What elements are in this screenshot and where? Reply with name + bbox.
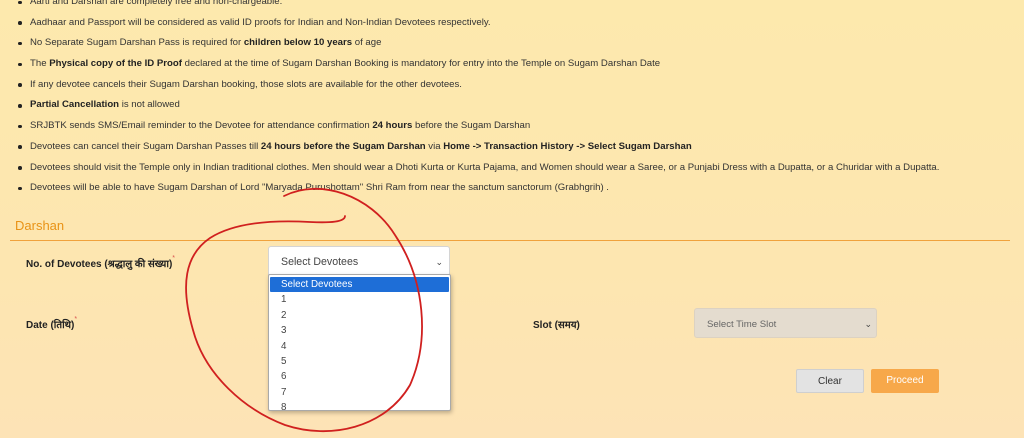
guideline-item: Aarti and Darshan are completely free an… xyxy=(18,0,1018,13)
guideline-emphasis: Physical copy of the ID Proof xyxy=(49,58,182,70)
section-divider xyxy=(10,240,1010,241)
section-title: Darshan xyxy=(15,218,65,233)
guideline-text: If any devotee cancels their Sugam Darsh… xyxy=(30,78,462,90)
guideline-item: Aadhaar and Passport will be considered … xyxy=(18,13,1018,34)
devotees-option-7[interactable]: 7 xyxy=(269,385,450,400)
devotees-option-placeholder[interactable]: Select Devotees xyxy=(270,277,449,293)
guideline-emphasis: Partial Cancellation xyxy=(30,99,120,111)
devotees-option-4[interactable]: 4 xyxy=(269,339,450,354)
devotees-option-8[interactable]: 8 xyxy=(269,400,450,415)
devotees-label: No. of Devotees (श्रद्धालु की संख्या)* xyxy=(26,255,176,270)
guideline-text: via xyxy=(425,140,444,152)
guideline-item: The Physical copy of the ID Proof declar… xyxy=(18,54,1018,75)
chevron-down-icon: ⌄ xyxy=(864,319,872,329)
guideline-emphasis: Home -> Transaction History -> Select Su… xyxy=(443,140,692,152)
devotees-select[interactable]: Select Devotees ⌄ xyxy=(268,246,450,276)
guideline-item: Devotees can cancel their Sugam Darshan … xyxy=(18,137,1018,158)
devotees-option-6[interactable]: 6 xyxy=(269,369,450,384)
guideline-text: of age xyxy=(352,37,382,49)
guideline-item: SRJBTK sends SMS/Email reminder to the D… xyxy=(18,116,1018,137)
guideline-text: Devotees should visit the Temple only in… xyxy=(30,161,940,173)
guideline-emphasis: children below 10 years xyxy=(243,37,353,49)
guideline-item: Devotees should visit the Temple only in… xyxy=(18,158,1018,179)
guideline-item: Partial Cancellation is not allowed xyxy=(18,95,1018,116)
devotees-label-text: No. of Devotees (श्रद्धालु की संख्या) xyxy=(26,259,173,270)
clear-button[interactable]: Clear xyxy=(796,369,864,393)
guideline-text: is not allowed xyxy=(119,99,180,111)
time-slot-value: Select Time Slot xyxy=(707,319,777,330)
guideline-text: declared at the time of Sugam Darshan Bo… xyxy=(181,58,661,70)
devotees-option-5[interactable]: 5 xyxy=(269,354,450,369)
guideline-item: No Separate Sugam Darshan Pass is requir… xyxy=(18,33,1018,54)
guideline-text: Aadhaar and Passport will be considered … xyxy=(30,16,491,28)
devotees-option-1[interactable]: 1 xyxy=(269,292,450,307)
guideline-text: before the Sugam Darshan xyxy=(412,120,531,132)
proceed-button[interactable]: Proceed xyxy=(871,369,939,393)
guideline-text: SRJBTK sends SMS/Email reminder to the D… xyxy=(30,120,373,132)
devotees-option-2[interactable]: 2 xyxy=(269,308,450,323)
guideline-item: If any devotee cancels their Sugam Darsh… xyxy=(18,75,1018,96)
guidelines-list: Aarti and Darshan are completely free an… xyxy=(18,0,1018,199)
date-label: Date (तिथि)* xyxy=(26,316,78,331)
slot-label: Slot (समय) xyxy=(533,317,580,331)
slot-label-text: Slot (समय) xyxy=(533,320,580,331)
required-mark: * xyxy=(74,316,78,323)
devotees-select-value: Select Devotees xyxy=(281,256,359,268)
guideline-emphasis: 24 hours xyxy=(372,120,413,132)
guideline-text: Devotees can cancel their Sugam Darshan … xyxy=(30,140,261,152)
devotees-option-3[interactable]: 3 xyxy=(269,323,450,338)
devotees-dropdown-list[interactable]: Select Devotees 1 2 3 4 5 6 7 8 xyxy=(268,274,451,413)
guideline-text: No Separate Sugam Darshan Pass is requir… xyxy=(30,37,244,49)
date-label-text: Date (तिथि) xyxy=(26,320,75,331)
guideline-text: The xyxy=(30,58,50,70)
required-mark: * xyxy=(172,255,176,262)
guideline-text: Aarti and Darshan are completely free an… xyxy=(30,0,283,7)
time-slot-select[interactable]: Select Time Slot ⌄ xyxy=(694,308,877,338)
guideline-emphasis: 24 hours before the Sugam Darshan xyxy=(260,140,426,152)
guideline-text: Devotees will be able to have Sugam Dars… xyxy=(30,182,609,194)
chevron-down-icon: ⌄ xyxy=(435,257,443,267)
guideline-item: Devotees will be able to have Sugam Dars… xyxy=(18,178,1018,199)
